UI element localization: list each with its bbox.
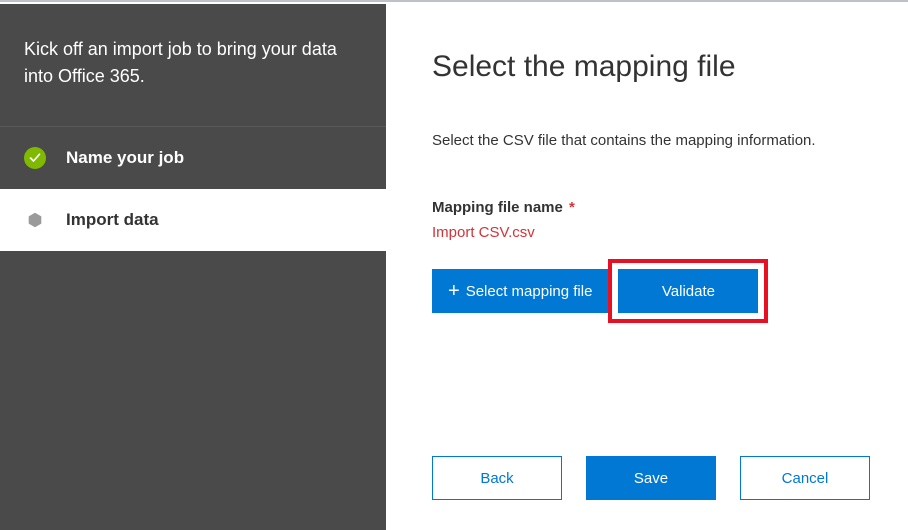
step-label: Name your job	[66, 148, 184, 168]
step-current-icon	[24, 209, 46, 231]
required-asterisk: *	[569, 199, 575, 216]
validate-button-label: Validate	[662, 283, 715, 300]
cancel-button[interactable]: Cancel	[740, 456, 870, 500]
top-border	[0, 0, 908, 2]
action-row: + Select mapping file Validate	[432, 269, 872, 313]
step-label: Import data	[66, 210, 159, 230]
back-button[interactable]: Back	[432, 456, 562, 500]
save-button[interactable]: Save	[586, 456, 716, 500]
sidebar-intro: Kick off an import job to bring your dat…	[0, 4, 386, 127]
select-mapping-file-button[interactable]: + Select mapping file	[432, 269, 608, 313]
validate-button[interactable]: Validate	[618, 269, 758, 313]
field-label-text: Mapping file name	[432, 199, 563, 216]
page-title: Select the mapping file	[432, 50, 872, 84]
back-button-label: Back	[480, 470, 513, 487]
sidebar-fill	[0, 251, 386, 530]
cancel-button-label: Cancel	[782, 470, 829, 487]
instruction-text: Select the CSV file that contains the ma…	[432, 132, 872, 149]
select-mapping-file-label: Select mapping file	[466, 283, 593, 300]
validate-highlight-frame: Validate	[608, 259, 768, 323]
mapping-file-value: Import CSV.csv	[432, 224, 872, 241]
step-import-data[interactable]: Import data	[0, 189, 386, 251]
check-circle-icon	[24, 147, 46, 169]
footer-row: Back Save Cancel	[432, 456, 872, 500]
save-button-label: Save	[634, 470, 668, 487]
wizard-sidebar: Kick off an import job to bring your dat…	[0, 4, 386, 530]
step-name-your-job[interactable]: Name your job	[0, 127, 386, 189]
plus-icon: +	[448, 281, 460, 301]
mapping-file-label: Mapping file name *	[432, 199, 872, 216]
main-panel: Select the mapping file Select the CSV f…	[386, 0, 908, 530]
